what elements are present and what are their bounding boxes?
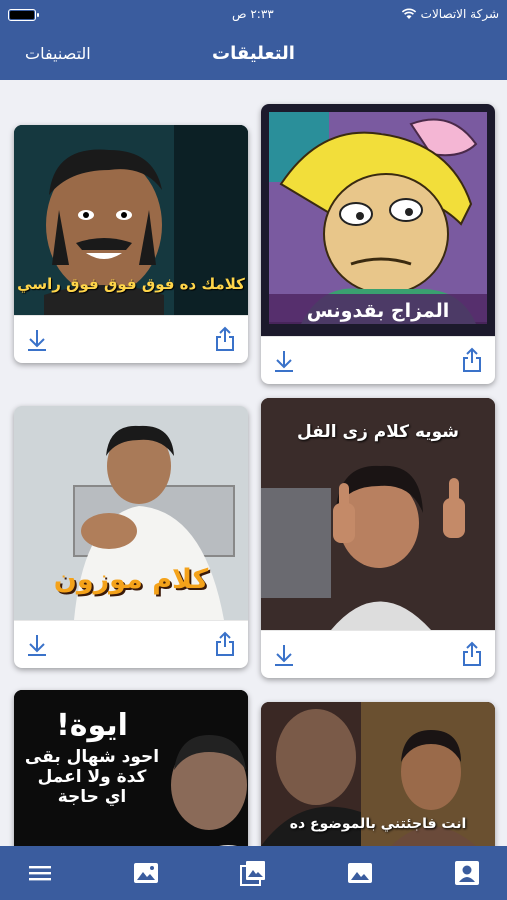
status-bar: شركة الاتصالات ٢:٣٣ ص [0, 0, 507, 30]
gallery-icon[interactable] [240, 860, 266, 886]
card-actions [14, 620, 248, 668]
tab-bar [0, 846, 507, 900]
meme-image[interactable]: ايوة! احود شهال بقى كدة ولا اعمل اي حاجة [14, 690, 248, 846]
image-icon[interactable] [133, 860, 159, 886]
caption-line: كدة ولا اعمل [37, 767, 147, 787]
profile-icon[interactable] [454, 860, 480, 886]
card-actions [261, 336, 495, 384]
download-icon[interactable] [26, 328, 48, 352]
categories-button[interactable]: التصنيفات [25, 44, 91, 63]
meme-caption: انت فاجئتني بالموضوع ده [289, 816, 467, 832]
meme-card[interactable]: ايوة! احود شهال بقى كدة ولا اعمل اي حاجة [14, 690, 248, 846]
share-icon[interactable] [461, 347, 483, 373]
meme-image[interactable]: شويه كلام زى الفل [261, 398, 495, 630]
caption-line: اي حاجة [57, 787, 127, 807]
meme-card[interactable]: انت فاجئتني بالموضوع ده [261, 702, 495, 846]
caption-line: ايوة! [56, 708, 128, 743]
battery-icon [8, 9, 39, 21]
wifi-icon [401, 8, 416, 19]
meme-card[interactable]: كلام موزون [14, 406, 248, 668]
meme-caption: شويه كلام زى الفل [296, 422, 460, 442]
meme-card[interactable]: شويه كلام زى الفل [261, 398, 495, 678]
meme-caption: كلامك ده فوق فوق فوق راسي [17, 275, 245, 293]
clock: ٢:٣٣ ص [232, 7, 274, 21]
meme-image[interactable]: انت فاجئتني بالموضوع ده [261, 702, 495, 846]
meme-image[interactable]: المزاج بقدونس [261, 104, 495, 336]
share-icon[interactable] [214, 326, 236, 352]
share-icon[interactable] [461, 641, 483, 667]
carrier: شركة الاتصالات [401, 7, 499, 21]
card-actions [14, 315, 248, 363]
meme-caption: كلام موزون [53, 564, 209, 595]
image-icon[interactable] [347, 860, 373, 886]
meme-image[interactable]: كلامك ده فوق فوق فوق راسي [14, 125, 248, 315]
share-icon[interactable] [214, 631, 236, 657]
caption-line: احود شهال بقى [24, 747, 160, 767]
meme-image[interactable]: كلام موزون [14, 406, 248, 620]
download-icon[interactable] [26, 633, 48, 657]
meme-caption: المزاج بقدونس [306, 300, 450, 322]
download-icon[interactable] [273, 349, 295, 373]
download-icon[interactable] [273, 643, 295, 667]
meme-grid[interactable]: المزاج بقدونس كلامك ده فوق فوق فوق راسي [0, 80, 507, 846]
meme-card[interactable]: كلامك ده فوق فوق فوق راسي [14, 125, 248, 363]
meme-card[interactable]: المزاج بقدونس [261, 104, 495, 384]
meme-caption: ايوة! احود شهال بقى كدة ولا اعمل اي حاجة [22, 708, 162, 807]
navigation-bar: التعليقات التصنيفات [0, 30, 507, 80]
carrier-name: شركة الاتصالات [420, 7, 499, 21]
card-actions [261, 630, 495, 678]
menu-icon[interactable] [27, 860, 53, 886]
